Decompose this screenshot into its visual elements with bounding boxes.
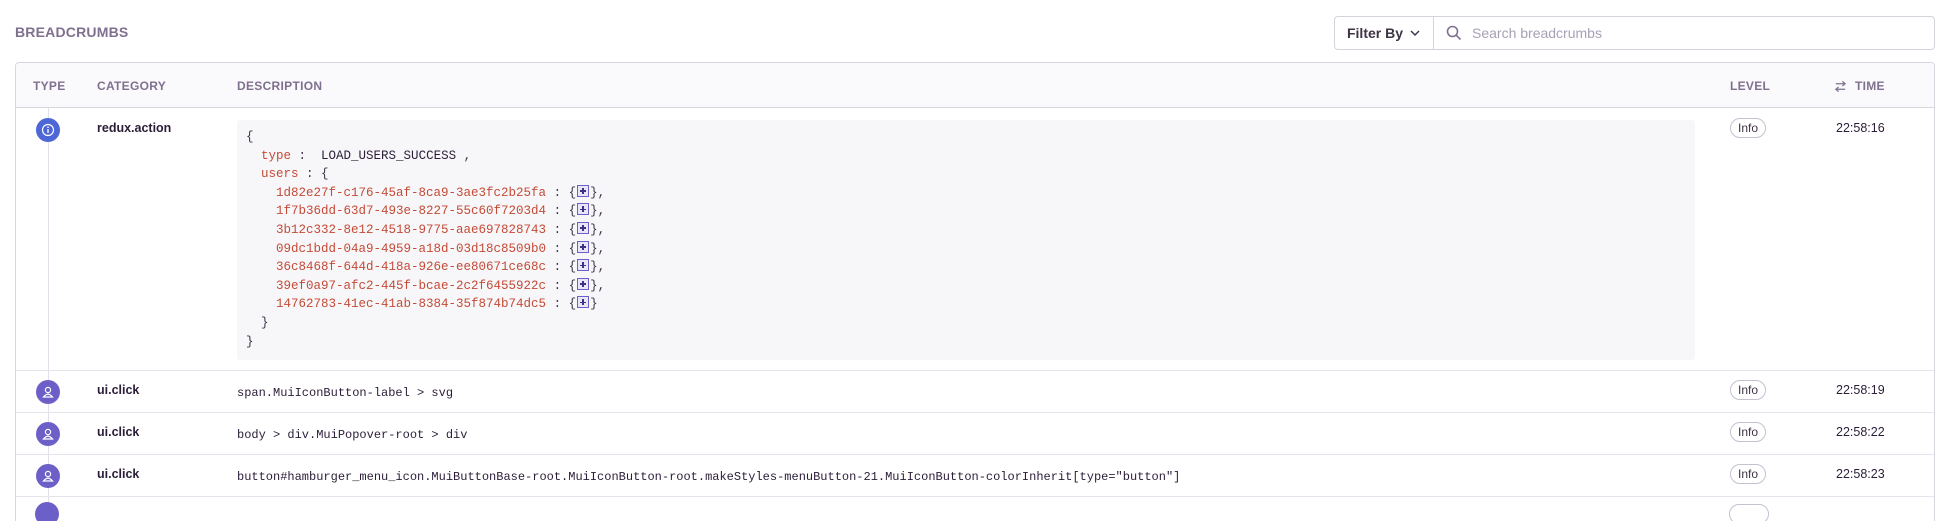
description-text: button#hamburger_menu_icon.MuiButtonBase… <box>237 470 1181 484</box>
search-input[interactable] <box>1472 25 1934 41</box>
category-label: ui.click <box>97 383 140 397</box>
chevron-down-icon <box>1410 30 1420 37</box>
user-id-key: 36c8468f-644d-418a-926e-ee80671ce68c <box>276 260 547 275</box>
expand-object-icon[interactable] <box>577 184 590 197</box>
filter-search-group: Filter By <box>1334 16 1935 50</box>
expand-object-icon[interactable] <box>577 240 590 253</box>
filter-by-label: Filter By <box>1346 25 1403 41</box>
breadcrumb-row: ui.click body > div.MuiPopover-root > di… <box>16 413 1934 455</box>
column-description: DESCRIPTION <box>237 79 323 93</box>
payload-key: type <box>261 148 292 163</box>
sort-arrows-icon <box>1834 80 1847 92</box>
category-label: ui.click <box>97 467 140 481</box>
column-category: CATEGORY <box>97 79 167 93</box>
user-id-key: 39ef0a97-afc2-445f-bcae-2c2f6455922c <box>276 278 547 293</box>
timestamp: 22:58:19 <box>1836 383 1885 397</box>
user-icon <box>36 464 60 488</box>
category-label: redux.action <box>97 121 172 135</box>
payload-viewer: { type : LOAD_USERS_SUCCESS , users : { … <box>237 120 1695 360</box>
table-header: TYPE CATEGORY DESCRIPTION LEVEL TIME <box>16 63 1934 108</box>
expand-object-icon[interactable] <box>577 277 590 290</box>
timestamp: 22:58:23 <box>1836 467 1885 481</box>
breadcrumbs-table: TYPE CATEGORY DESCRIPTION LEVEL TIME red… <box>15 62 1935 521</box>
column-time[interactable]: TIME <box>1834 79 1885 93</box>
breadcrumb-row: redux.action { type : LOAD_USERS_SUCCESS… <box>16 108 1934 371</box>
category-label: ui.click <box>97 425 140 439</box>
user-icon <box>36 380 60 404</box>
level-badge: Info <box>1730 380 1767 400</box>
payload-key: users <box>261 167 299 182</box>
description-text: body > div.MuiPopover-root > div <box>237 428 468 442</box>
brace-close: } <box>246 334 254 349</box>
description-text: span.MuiIconButton-label > svg <box>237 386 454 400</box>
level-badge: Info <box>1730 422 1767 442</box>
brace-open: { <box>321 167 329 182</box>
user-icon <box>36 422 60 446</box>
payload-value: LOAD_USERS_SUCCESS <box>321 148 457 163</box>
level-badge-partial <box>1729 504 1769 521</box>
breadcrumbs-toolbar: BREADCRUMBS Filter By <box>0 0 1946 64</box>
filter-by-button[interactable]: Filter By <box>1334 16 1434 50</box>
user-id-key: 3b12c332-8e12-4518-9775-aae697828743 <box>276 222 547 237</box>
expand-object-icon[interactable] <box>577 221 590 234</box>
timestamp: 22:58:22 <box>1836 425 1885 439</box>
user-id-key: 1f7b36dd-63d7-493e-8227-55c60f7203d4 <box>276 204 547 219</box>
column-level: LEVEL <box>1730 79 1771 93</box>
breadcrumb-row: ui.click span.MuiIconButton-label > svg … <box>16 371 1934 413</box>
search-box[interactable] <box>1434 16 1935 50</box>
user-id-key: 09dc1bdd-04a9-4959-a18d-03d18c8509b0 <box>276 241 547 256</box>
user-icon <box>35 502 59 521</box>
breadcrumb-row: ui.click button#hamburger_menu_icon.MuiB… <box>16 455 1934 497</box>
user-id-key: 1d82e27f-c176-45af-8ca9-3ae3fc2b25fa <box>276 185 547 200</box>
timestamp: 22:58:16 <box>1836 121 1885 135</box>
column-time-label: TIME <box>1855 79 1885 93</box>
column-type: TYPE <box>33 79 66 93</box>
level-badge: Info <box>1730 118 1767 138</box>
search-icon <box>1446 25 1462 41</box>
brace-open: { <box>246 130 254 144</box>
expand-object-icon[interactable] <box>577 259 590 272</box>
expand-object-icon[interactable] <box>577 203 590 216</box>
info-icon <box>36 118 60 142</box>
user-id-key: 14762783-41ec-41ab-8384-35f874b74dc5 <box>276 297 547 312</box>
expand-object-icon[interactable] <box>577 296 590 309</box>
section-title: BREADCRUMBS <box>15 24 129 40</box>
level-badge: Info <box>1730 464 1767 484</box>
brace-close: } <box>261 315 269 330</box>
